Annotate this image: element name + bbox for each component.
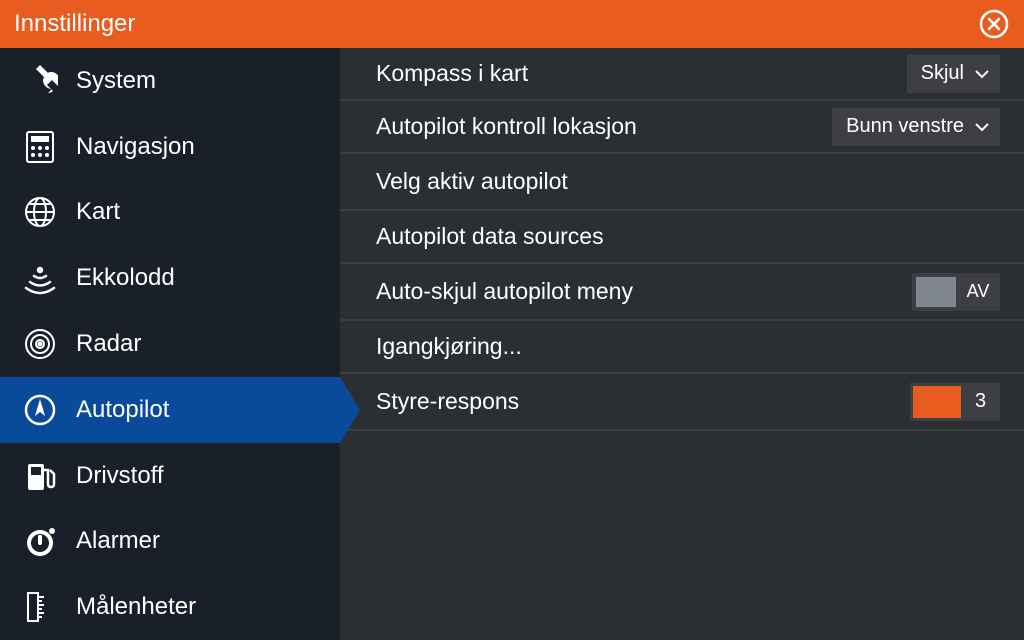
row-data-sources[interactable]: Autopilot data sources xyxy=(340,211,1024,264)
row-label: Kompass i kart xyxy=(376,60,528,87)
radar-icon xyxy=(18,322,62,366)
sidebar-item-label: Målenheter xyxy=(76,593,196,621)
row-response[interactable]: Styre-respons 3 xyxy=(340,374,1024,431)
sidebar-item-navigation[interactable]: Navigasjon xyxy=(0,114,340,180)
row-label: Auto-skjul autopilot meny xyxy=(376,278,633,305)
sidebar: System Navigasjon Kart xyxy=(0,48,340,640)
row-select-active[interactable]: Velg aktiv autopilot xyxy=(340,154,1024,211)
location-dropdown[interactable]: Bunn venstre xyxy=(832,108,1000,146)
close-icon xyxy=(979,9,1009,39)
sidebar-item-label: Autopilot xyxy=(76,396,169,424)
sidebar-item-radar[interactable]: Radar xyxy=(0,311,340,377)
row-compass[interactable]: Kompass i kart Skjul xyxy=(340,48,1024,101)
alarm-icon xyxy=(18,519,62,563)
sidebar-item-system[interactable]: System xyxy=(0,48,340,114)
sidebar-item-label: Radar xyxy=(76,330,141,358)
ruler-icon xyxy=(18,585,62,629)
row-autohide[interactable]: Auto-skjul autopilot meny AV xyxy=(340,264,1024,321)
slider-value: 3 xyxy=(961,390,1000,413)
sidebar-item-units[interactable]: Målenheter xyxy=(0,574,340,640)
sidebar-item-sonar[interactable]: Ekkolodd xyxy=(0,245,340,311)
toggle-label: AV xyxy=(956,281,1000,302)
fuel-icon xyxy=(18,454,62,498)
sidebar-item-autopilot[interactable]: Autopilot xyxy=(0,377,340,443)
response-slider[interactable]: 3 xyxy=(910,383,1000,421)
sidebar-item-label: Drivstoff xyxy=(76,462,164,490)
row-label: Igangkjøring... xyxy=(376,333,522,360)
sidebar-item-chart[interactable]: Kart xyxy=(0,180,340,246)
close-button[interactable] xyxy=(978,8,1010,40)
sidebar-item-fuel[interactable]: Drivstoff xyxy=(0,443,340,509)
wrench-icon xyxy=(18,59,62,103)
row-label: Velg aktiv autopilot xyxy=(376,168,568,195)
sidebar-item-label: Navigasjon xyxy=(76,133,195,161)
toggle-handle xyxy=(916,277,956,307)
row-label: Styre-respons xyxy=(376,388,519,415)
slider-fill xyxy=(913,386,961,418)
row-commissioning[interactable]: Igangkjøring... xyxy=(340,321,1024,374)
row-label: Autopilot data sources xyxy=(376,223,604,250)
chevron-down-icon xyxy=(974,119,990,135)
autopilot-icon xyxy=(18,388,62,432)
row-label: Autopilot kontroll lokasjon xyxy=(376,113,637,140)
row-location[interactable]: Autopilot kontroll lokasjon Bunn venstre xyxy=(340,101,1024,154)
globe-icon xyxy=(18,190,62,234)
calculator-icon xyxy=(18,125,62,169)
header: Innstillinger xyxy=(0,0,1024,48)
dropdown-value: Bunn venstre xyxy=(846,115,964,138)
content: Kompass i kart Skjul Autopilot kontroll … xyxy=(340,48,1024,640)
main: System Navigasjon Kart xyxy=(0,48,1024,640)
dropdown-value: Skjul xyxy=(921,62,964,85)
sidebar-item-label: System xyxy=(76,67,156,95)
chevron-down-icon xyxy=(974,66,990,82)
sidebar-item-label: Alarmer xyxy=(76,527,160,555)
sidebar-item-alarms[interactable]: Alarmer xyxy=(0,508,340,574)
sidebar-item-label: Kart xyxy=(76,198,120,226)
autohide-toggle[interactable]: AV xyxy=(912,273,1000,311)
sonar-icon xyxy=(18,256,62,300)
page-title: Innstillinger xyxy=(14,10,135,38)
sidebar-item-label: Ekkolodd xyxy=(76,264,175,292)
compass-dropdown[interactable]: Skjul xyxy=(907,55,1000,93)
